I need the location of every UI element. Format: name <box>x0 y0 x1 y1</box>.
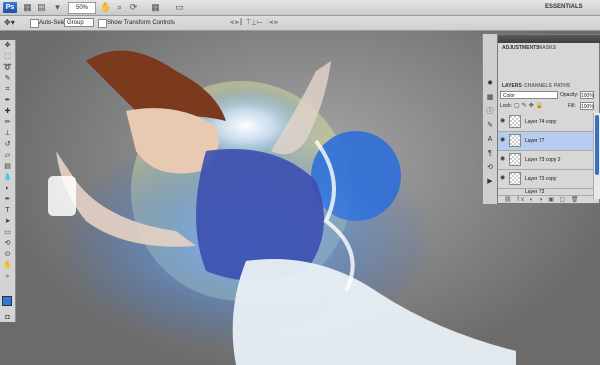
options-bar: ✥▾ Auto-Select: Group Show Transform Con… <box>0 16 600 31</box>
character-panel-icon[interactable]: A <box>483 134 497 146</box>
layer-name: Layer 74 copy <box>525 119 557 125</box>
shape-tool-icon[interactable]: ▭ <box>0 227 15 238</box>
eyedropper-tool-icon[interactable]: ✒ <box>0 95 15 106</box>
lasso-tool-icon[interactable]: ➰ <box>0 62 15 73</box>
healing-brush-tool-icon[interactable]: ✚ <box>0 106 15 117</box>
hand-icon[interactable]: ✋ <box>100 2 111 13</box>
gradient-tool-icon[interactable]: ▤ <box>0 161 15 172</box>
zoom-tool-icon[interactable]: ⌕ <box>0 271 15 282</box>
tab-paths[interactable]: PATHS <box>554 82 570 90</box>
auto-select-checkbox[interactable] <box>30 19 39 28</box>
layers-scrollbar[interactable] <box>593 113 600 199</box>
show-transform-label: Show Transform Controls <box>107 20 175 26</box>
layer-name: Layer 73 <box>525 189 545 195</box>
swatches-panel-icon[interactable]: ▦ <box>483 92 497 104</box>
layer-row[interactable]: ◉ Layer 73 copy 2 <box>498 151 593 170</box>
align-distribute-icons[interactable]: ⫷⫸⫿ ⊤⊥⊢ ⫶⫷⫸ <box>230 18 279 28</box>
tab-adjustments[interactable]: ADJUSTMENTS <box>502 44 540 52</box>
panel-header[interactable] <box>498 35 600 43</box>
history-panel-icon[interactable]: ⟲ <box>483 162 497 174</box>
layer-thumbnail <box>509 153 521 166</box>
path-select-tool-icon[interactable]: ➤ <box>0 216 15 227</box>
brush-tool-icon[interactable]: ✏ <box>0 117 15 128</box>
visibility-eye-icon[interactable]: ◉ <box>500 156 506 162</box>
workspace-switcher[interactable]: ESSENTIALS <box>545 0 595 15</box>
marquee-tool-icon[interactable]: ⬚ <box>0 51 15 62</box>
view-extras-icon[interactable]: ▾ <box>52 2 63 13</box>
actions-panel-icon[interactable]: ▶ <box>483 176 497 188</box>
visibility-eye-icon[interactable]: ◉ <box>500 175 506 181</box>
dodge-tool-icon[interactable]: ◐ <box>0 183 15 194</box>
bridge-icon[interactable]: ▦ <box>22 2 33 13</box>
zoom-level[interactable]: 50% <box>68 2 96 14</box>
hand-tool-icon[interactable]: ✋ <box>0 260 15 271</box>
tab-layers[interactable]: LAYERS <box>502 82 522 90</box>
layer-thumbnail <box>509 115 521 128</box>
layer-row[interactable]: ◉ Layer 74 copy <box>498 113 593 132</box>
move-tool-preset-icon[interactable]: ✥▾ <box>4 18 24 28</box>
eraser-tool-icon[interactable]: ▱ <box>0 150 15 161</box>
pen-tool-icon[interactable]: ✒ <box>0 194 15 205</box>
layer-thumbnail <box>509 134 521 147</box>
quick-select-tool-icon[interactable]: ✎ <box>0 73 15 84</box>
visibility-eye-icon[interactable]: ◉ <box>500 118 506 124</box>
layer-row[interactable]: Layer 73 <box>498 189 593 196</box>
photoshop-logo: Ps <box>3 2 17 13</box>
rotate-icon[interactable]: ⟳ <box>128 2 139 13</box>
application-bar: Ps ▦ ▤ ▾ 50% ✋ ⌕ ⟳ ▦ ▭ ESSENTIALS <box>0 0 600 16</box>
screen-mode-icon[interactable]: ▭ <box>174 2 185 13</box>
history-brush-tool-icon[interactable]: ↺ <box>0 139 15 150</box>
tab-channels[interactable]: CHANNELS <box>524 82 552 90</box>
type-tool-icon[interactable]: T <box>0 205 15 216</box>
3d-orbit-tool-icon[interactable]: ⊙ <box>0 249 15 260</box>
opacity-field[interactable]: 100% <box>580 91 594 99</box>
fill-label: Fill: <box>568 103 576 109</box>
blend-mode-dropdown[interactable]: Color <box>500 91 558 99</box>
opacity-label: Opacity: <box>560 92 579 98</box>
layers-panel: ADJUSTMENTS MASKS LAYERS CHANNELS PATHS … <box>497 34 600 204</box>
auto-select-dropdown[interactable]: Group <box>64 18 94 27</box>
color-panel-icon[interactable]: ✹ <box>483 78 497 90</box>
visibility-eye-icon[interactable]: ◉ <box>500 137 506 143</box>
layers-panel-footer[interactable]: ⛓ fx ◐ ◑ ▣ ▢ 🗑 <box>498 196 600 204</box>
brush-panel-icon[interactable]: ✎ <box>483 120 497 132</box>
layer-row-selected[interactable]: ◉ Layer 77 <box>498 132 593 151</box>
crop-tool-icon[interactable]: ⌗ <box>0 84 15 95</box>
minibridge-icon[interactable]: ▤ <box>36 2 47 13</box>
layer-name: Layer 73 copy 2 <box>525 157 561 163</box>
collapsed-panels-strip: ✹ ▦ ⓘ ✎ A ¶ ⟲ ▶ <box>482 34 497 204</box>
tools-panel: ✥ ⬚ ➰ ✎ ⌗ ✒ ✚ ✏ ⊥ ↺ ▱ ▤ 💧 ◐ ✒ T ➤ ▭ ⟲ ⊙ … <box>0 40 16 322</box>
info-panel-icon[interactable]: ⓘ <box>483 106 497 118</box>
layer-thumbnail <box>509 172 521 185</box>
grid-icon[interactable]: ▦ <box>150 2 161 13</box>
clone-stamp-tool-icon[interactable]: ⊥ <box>0 128 15 139</box>
move-tool-icon[interactable]: ✥ <box>0 40 15 51</box>
foreground-color-swatch[interactable] <box>2 296 12 306</box>
quick-mask-icon[interactable]: ◘ <box>0 312 15 323</box>
zoom-icon[interactable]: ⌕ <box>114 2 125 13</box>
3d-rotate-tool-icon[interactable]: ⟲ <box>0 238 15 249</box>
lock-label: Lock: <box>500 103 512 109</box>
fill-field[interactable]: 100% <box>580 102 594 110</box>
layer-name: Layer 77 <box>525 138 545 144</box>
layer-name: Layer 73 copy <box>525 176 557 182</box>
show-transform-checkbox[interactable] <box>98 19 107 28</box>
layer-row[interactable]: ◉ Layer 73 copy <box>498 170 593 189</box>
tab-masks[interactable]: MASKS <box>538 44 556 52</box>
paragraph-panel-icon[interactable]: ¶ <box>483 148 497 160</box>
lock-icons[interactable]: ▢✎✥🔒 <box>514 102 545 109</box>
scrollbar-thumb[interactable] <box>595 115 599 175</box>
blur-tool-icon[interactable]: 💧 <box>0 172 15 183</box>
